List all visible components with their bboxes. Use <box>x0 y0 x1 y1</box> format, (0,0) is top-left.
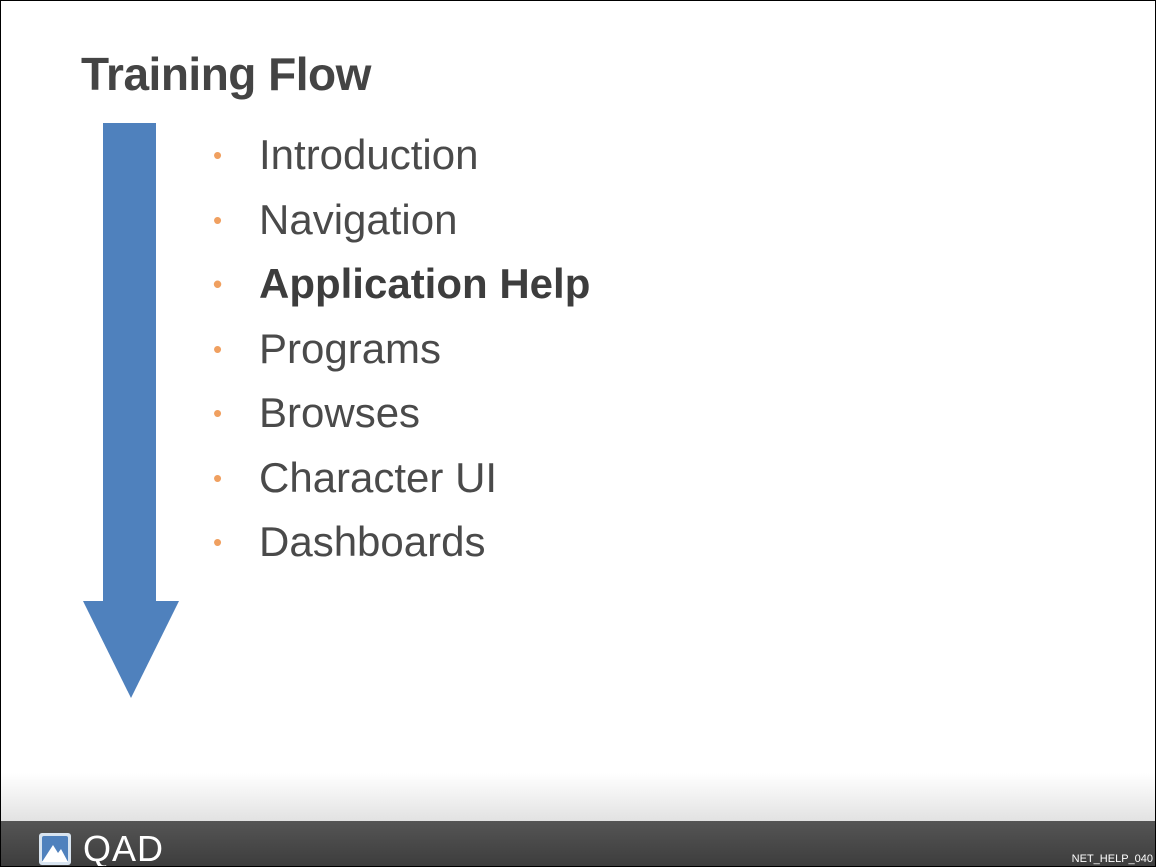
arrow-head <box>83 601 179 698</box>
bullet-dot-icon: • <box>213 527 223 557</box>
slide: Training Flow • Introduction • Navigation … <box>0 0 1156 867</box>
bullet-label: Programs <box>259 324 442 372</box>
bullet-dot-icon: • <box>213 269 223 299</box>
qad-logo: QAD <box>39 828 165 867</box>
bullet-item-application-help: • Application Help <box>213 254 590 319</box>
down-arrow-icon <box>83 123 179 698</box>
bullet-label: Navigation <box>259 195 458 243</box>
arrow-shaft <box>103 123 156 603</box>
bullet-item-programs: • Programs <box>213 319 590 384</box>
footer-gradient <box>1 773 1155 821</box>
bullet-item-introduction: • Introduction <box>213 125 590 190</box>
bullet-label: Browses <box>259 389 421 436</box>
bullet-dot-icon: • <box>213 333 223 364</box>
bullet-label: Dashboards <box>259 518 486 565</box>
bullet-dot-icon: • <box>213 462 223 493</box>
footer-bar: QAD NET_HELP_040 <box>1 821 1155 867</box>
qad-logo-icon <box>39 833 71 865</box>
bullet-item-dashboards: • Dashboards <box>213 512 590 577</box>
slide-code: NET_HELP_040 <box>1071 853 1153 865</box>
bullet-item-browses: • Browses <box>213 383 590 448</box>
bullet-item-character-ui: • Character UI <box>213 448 590 513</box>
bullet-dot-icon: • <box>213 204 223 235</box>
slide-title: Training Flow <box>81 48 371 100</box>
bullet-label: Character UI <box>259 453 498 501</box>
logo-text: QAD <box>83 828 165 867</box>
bullet-label: Application Help <box>259 260 591 307</box>
bullet-item-navigation: • Navigation <box>213 190 590 255</box>
bullet-dot-icon: • <box>213 140 223 170</box>
bullet-dot-icon: • <box>213 398 223 428</box>
bullet-label: Introduction <box>259 131 479 178</box>
bullet-list: • Introduction • Navigation • Application H… <box>213 125 590 577</box>
